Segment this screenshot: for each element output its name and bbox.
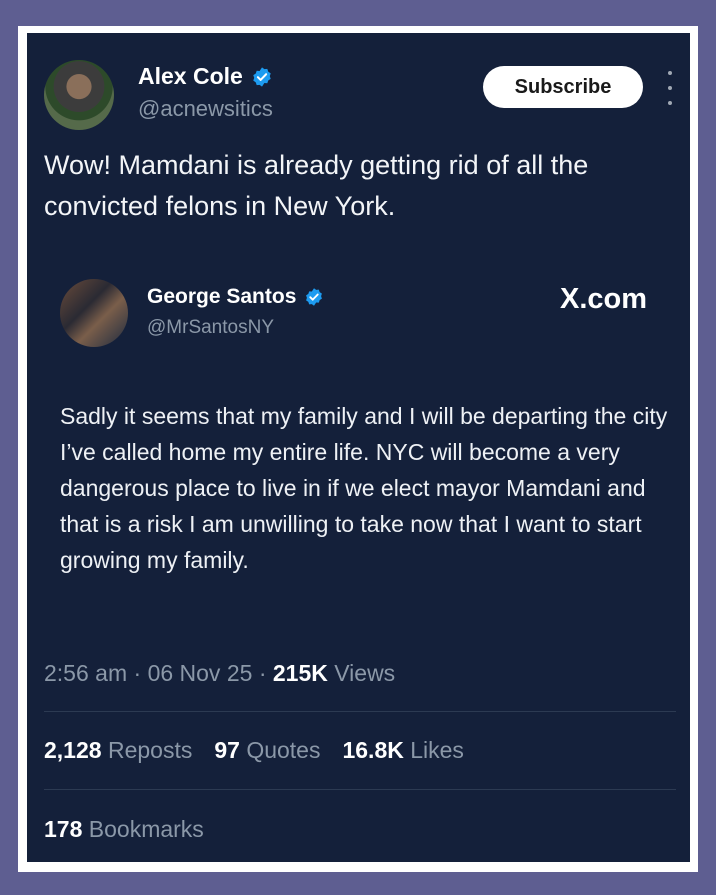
- quoted-tweet-text: Sadly it seems that my family and I will…: [60, 403, 668, 573]
- quotes-count: 97: [214, 737, 240, 763]
- quoted-author-avatar[interactable]: [60, 279, 128, 347]
- tweet-card: Alex Cole @acnewsitics Subscribe Wow! Ma…: [27, 33, 690, 862]
- likes-count: 16.8K: [342, 737, 404, 763]
- subscribe-button[interactable]: Subscribe: [483, 66, 643, 108]
- more-options-icon[interactable]: [663, 71, 677, 105]
- divider: [44, 789, 676, 790]
- quoted-author-name-row: George Santos: [147, 285, 324, 309]
- divider: [44, 711, 676, 712]
- quotes-stat[interactable]: 97 Quotes: [214, 737, 320, 764]
- quoted-author-handle[interactable]: @MrSantosNY: [147, 317, 274, 339]
- author-handle[interactable]: @acnewsitics: [138, 96, 273, 122]
- quotes-label: Quotes: [246, 737, 321, 763]
- bookmarks-stat[interactable]: 178 Bookmarks: [44, 816, 204, 843]
- reposts-count: 2,128: [44, 737, 102, 763]
- views-count: 215K: [272, 660, 328, 686]
- source-label: X.com: [560, 283, 648, 315]
- verified-badge-icon: [306, 288, 323, 306]
- tweet-text: Wow! Mamdani is already getting rid of a…: [44, 150, 589, 221]
- tweet-date[interactable]: 06 Nov 25: [148, 660, 253, 686]
- bookmarks-label: Bookmarks: [88, 816, 204, 842]
- tweet-time[interactable]: 2:56 am: [44, 660, 127, 686]
- author-name[interactable]: Alex Cole: [138, 63, 243, 90]
- likes-stat[interactable]: 16.8K Likes: [342, 737, 463, 764]
- reposts-stat[interactable]: 2,128 Reposts: [44, 737, 192, 764]
- quoted-author-name[interactable]: George Santos: [147, 285, 296, 309]
- author-avatar[interactable]: [44, 60, 114, 130]
- bookmarks-count: 178: [44, 816, 83, 842]
- meta-separator: ·: [133, 660, 148, 686]
- reposts-label: Reposts: [107, 737, 193, 763]
- engagement-stats: 2,128 Reposts 97 Quotes 16.8K Likes: [44, 737, 464, 764]
- verified-badge-icon: [253, 66, 271, 87]
- author-name-row: Alex Cole: [138, 63, 273, 90]
- tweet-meta: 2:56 am · 06 Nov 25 · 215K Views: [44, 660, 395, 687]
- likes-label: Likes: [410, 737, 464, 763]
- views-label: Views: [334, 660, 396, 686]
- meta-separator: ·: [258, 660, 273, 686]
